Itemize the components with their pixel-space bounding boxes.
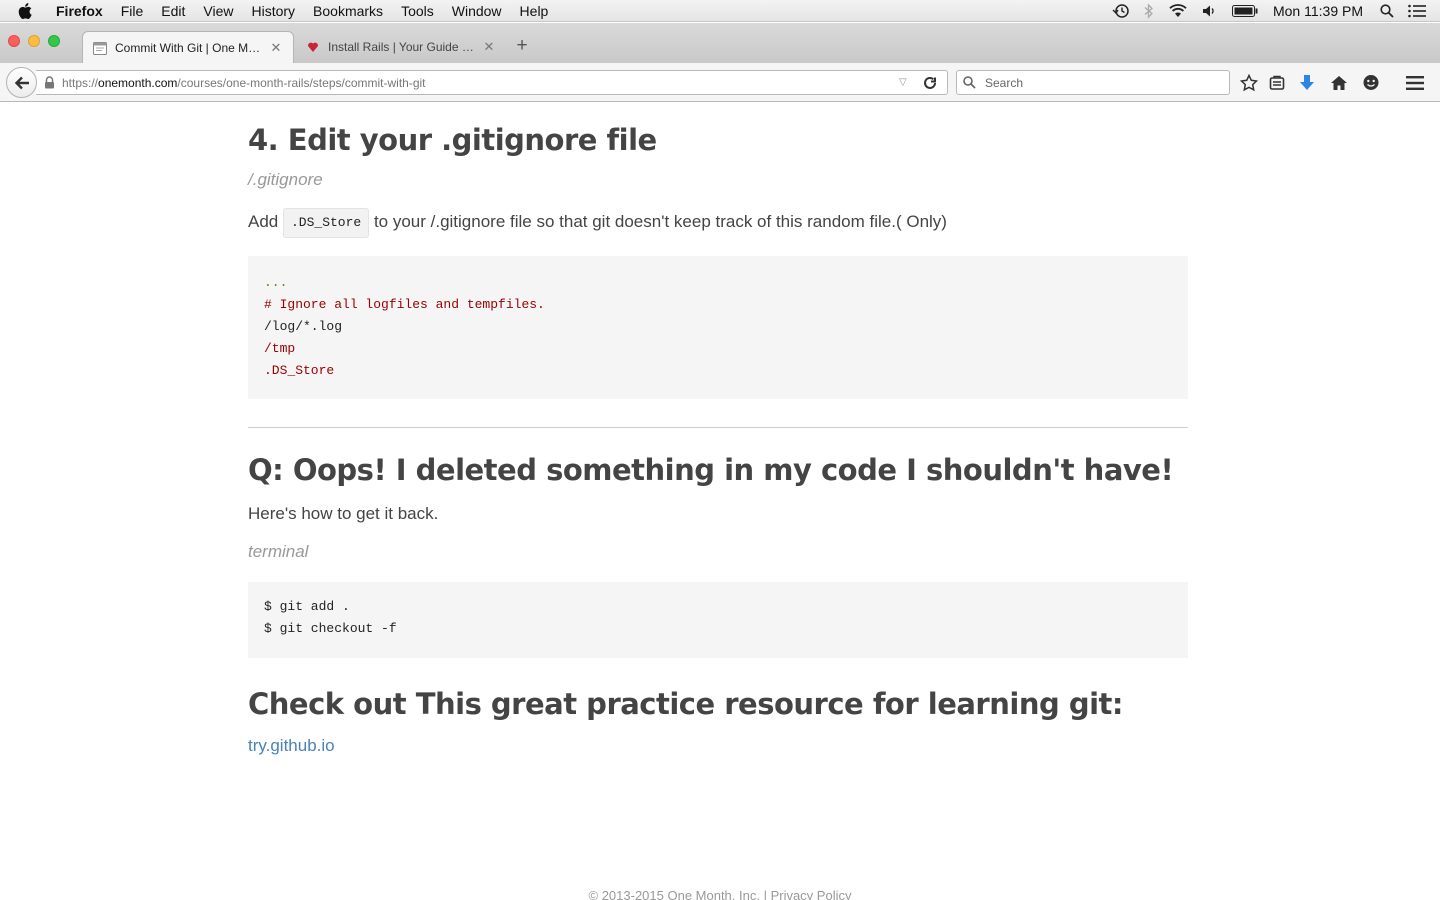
section-oops: Q: Oops! I deleted something in my code … — [248, 452, 1188, 658]
tab-install-rails[interactable]: Install Rails | Your Guide for... ✕ — [296, 31, 506, 63]
window-zoom-button[interactable] — [48, 35, 60, 47]
hello-chat-icon[interactable] — [1360, 72, 1382, 94]
section-divider — [248, 427, 1188, 428]
url-host: onemonth.com — [98, 75, 178, 90]
file-caption: /.gitignore — [248, 170, 323, 189]
code-line: /tmp — [264, 341, 296, 356]
bookmark-star-icon[interactable] — [1238, 72, 1260, 94]
code-line: $ git checkout -f — [264, 621, 397, 636]
window-controls — [8, 35, 60, 47]
back-arrow-icon — [14, 76, 29, 89]
tab-close-icon[interactable]: ✕ — [269, 40, 283, 56]
menu-help[interactable]: Help — [511, 3, 558, 19]
url-text[interactable]: https://onemonth.com/courses/one-month-r… — [62, 76, 899, 90]
section-resource: Check out This great practice resource f… — [248, 686, 1188, 756]
para-text-after: to your /.gitignore file so that git doe… — [373, 212, 947, 231]
instruction-paragraph: Add .DS_Store to your /.gitignore file s… — [248, 208, 1188, 238]
menu-edit[interactable]: Edit — [152, 3, 194, 19]
code-line: $ git add . — [264, 599, 350, 614]
macos-menu-bar: Firefox File Edit View History Bookmarks… — [0, 0, 1440, 22]
section-heading: Check out This great practice resource f… — [248, 687, 1123, 721]
notification-center-icon[interactable] — [1408, 4, 1426, 18]
window-minimize-button[interactable] — [28, 35, 40, 47]
page-favicon-icon — [93, 41, 107, 55]
spotlight-search-icon[interactable] — [1380, 3, 1394, 18]
padlock-icon[interactable] — [44, 76, 58, 89]
code-line: # Ignore all logfiles and tempfiles. — [264, 297, 545, 312]
menu-tools[interactable]: Tools — [392, 3, 443, 19]
tab-commit-with-git[interactable]: Commit With Git | One Mon... ✕ — [82, 31, 294, 63]
url-dropdown-icon[interactable]: ▽ — [899, 77, 913, 88]
page-footer: © 2013-2015 One Month, Inc. | Privacy Po… — [588, 888, 852, 900]
code-line: .DS_Store — [264, 363, 335, 378]
rails-favicon-icon — [306, 40, 320, 54]
search-icon — [963, 76, 977, 89]
time-machine-icon[interactable] — [1112, 3, 1130, 19]
downloads-arrow-icon[interactable] — [1296, 72, 1318, 94]
hamburger-menu-icon[interactable] — [1404, 72, 1426, 94]
section-edit-gitignore: 4. Edit your .gitignore file /.gitignore… — [248, 122, 1188, 399]
search-placeholder: Search — [985, 75, 1024, 90]
url-prefix: https:// — [62, 75, 99, 90]
menu-window[interactable]: Window — [443, 3, 511, 19]
address-bar[interactable]: https://onemonth.com/courses/one-month-r… — [36, 70, 948, 95]
search-bar[interactable]: Search — [956, 70, 1230, 95]
oops-paragraph: Here's how to get it back. — [248, 504, 439, 523]
tab-title: Commit With Git | One Mon... — [115, 40, 263, 55]
inline-code: .DS_Store — [282, 208, 370, 238]
menubar-clock[interactable]: Mon 11:39 PM — [1273, 3, 1363, 19]
tab-title: Install Rails | Your Guide for... — [328, 40, 476, 54]
navigation-toolbar: https://onemonth.com/courses/one-month-r… — [0, 63, 1440, 102]
url-path: /courses/one-month-rails/steps/commit-wi… — [177, 75, 426, 90]
back-button[interactable] — [6, 67, 37, 98]
bluetooth-icon[interactable] — [1144, 2, 1154, 19]
menu-file[interactable]: File — [112, 3, 153, 19]
volume-icon[interactable] — [1202, 4, 1218, 18]
reading-list-icon[interactable] — [1266, 72, 1288, 94]
status-area: Mon 11:39 PM — [1105, 0, 1440, 22]
code-line: ... — [264, 275, 288, 290]
section-heading: Q: Oops! I deleted something in my code … — [248, 453, 1174, 487]
section-heading: 4. Edit your .gitignore file — [248, 123, 657, 157]
code-line: /log/*.log — [264, 319, 343, 334]
new-tab-button[interactable]: + — [512, 35, 532, 57]
home-icon[interactable] — [1328, 72, 1350, 94]
reload-icon[interactable] — [923, 76, 939, 90]
menu-view[interactable]: View — [194, 3, 242, 19]
menu-app-firefox[interactable]: Firefox — [50, 3, 112, 19]
menu-bookmarks[interactable]: Bookmarks — [304, 3, 392, 19]
window-close-button[interactable] — [8, 35, 20, 47]
terminal-caption: terminal — [248, 542, 309, 561]
tab-close-icon[interactable]: ✕ — [482, 39, 496, 55]
gitignore-code-block: ... # Ignore all logfiles and tempfiles. /… — [248, 256, 1188, 399]
terminal-code-block: $ git add . $ git checkout -f — [248, 582, 1188, 658]
tab-strip: Commit With Git | One Mon... ✕ Install R… — [0, 23, 1440, 63]
battery-icon[interactable] — [1231, 4, 1258, 17]
try-github-link[interactable]: try.github.io — [248, 736, 335, 755]
resource-link-row: try.github.io — [248, 736, 1188, 756]
wifi-icon[interactable] — [1168, 3, 1188, 18]
web-page-content: 4. Edit your .gitignore file /.gitignore… — [0, 102, 1440, 900]
apple-menu-icon[interactable] — [18, 2, 36, 19]
menu-history[interactable]: History — [242, 3, 304, 19]
para-text-before: Add — [248, 212, 279, 231]
